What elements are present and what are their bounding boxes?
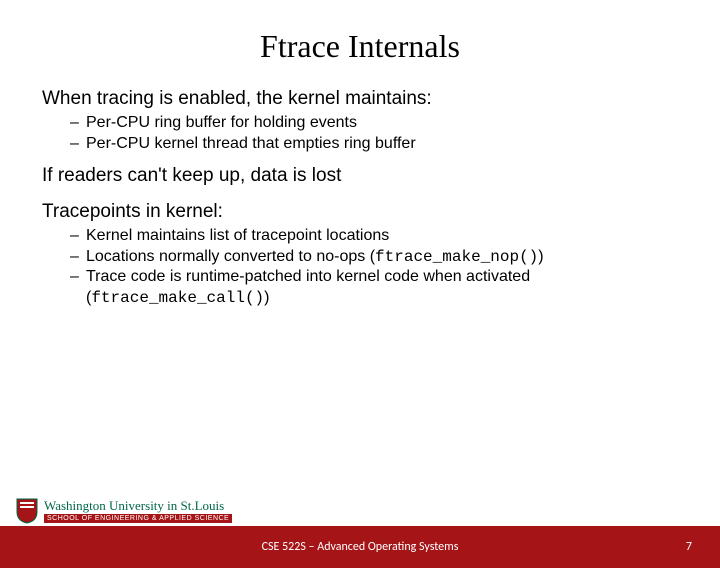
- course-label: CSE 522S – Advanced Operating Systems: [262, 540, 459, 554]
- lead-1: If readers can't keep up, data is lost: [42, 164, 678, 188]
- list-0: Per-CPU ring buffer for holding events P…: [42, 113, 678, 155]
- slide-body: When tracing is enabled, the kernel main…: [0, 87, 720, 309]
- list-item: Locations normally converted to no-ops (…: [70, 247, 678, 268]
- list-item: Per-CPU kernel thread that empties ring …: [70, 134, 678, 155]
- shield-icon: [16, 498, 38, 524]
- slide-title: Ftrace Internals: [0, 28, 720, 65]
- list-2: Kernel maintains list of tracepoint loca…: [42, 226, 678, 309]
- university-name: Washington University in St.Louis: [44, 499, 232, 512]
- lead-2: Tracepoints in kernel:: [42, 200, 678, 224]
- list-item: Kernel maintains list of tracepoint loca…: [70, 226, 678, 247]
- footer-bar: CSE 522S – Advanced Operating Systems 7: [0, 526, 720, 568]
- page-number: 7: [686, 540, 692, 554]
- school-name: SCHOOL OF ENGINEERING & APPLIED SCIENCE: [44, 514, 232, 523]
- list-item: Per-CPU ring buffer for holding events: [70, 113, 678, 134]
- lead-0: When tracing is enabled, the kernel main…: [42, 87, 678, 111]
- list-item: Trace code is runtime-patched into kerne…: [70, 267, 678, 309]
- university-logo: Washington University in St.Louis SCHOOL…: [16, 498, 232, 524]
